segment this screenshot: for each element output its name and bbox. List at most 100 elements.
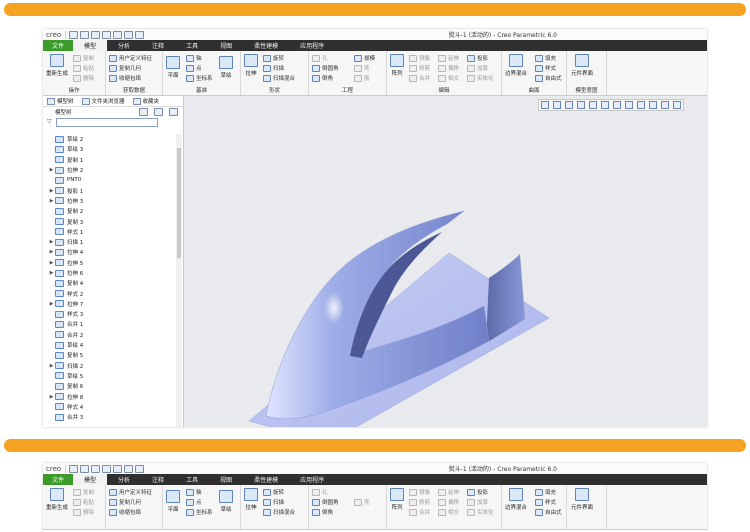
fill-button[interactable]: 填充 xyxy=(535,54,556,62)
axis-button-2[interactable]: 轴 xyxy=(186,488,202,496)
tab-flexible-modeling-2[interactable]: 柔性建模 xyxy=(243,474,289,485)
tree-item[interactable]: 样式 3 xyxy=(43,309,173,319)
tree-item[interactable]: 复制 6 xyxy=(43,381,173,391)
style-button-2[interactable]: 样式 xyxy=(535,498,556,506)
tree-item[interactable]: PNT0 xyxy=(43,175,173,185)
tree-item[interactable]: ▶ 投影 1 xyxy=(43,185,173,195)
tree-item[interactable]: 草绘 3 xyxy=(43,144,173,154)
group-label-model-intent[interactable]: 模型意图 xyxy=(567,86,606,94)
tree-item[interactable]: ▶ 拉伸 4 xyxy=(43,247,173,257)
tab-tools[interactable]: 工具 xyxy=(175,40,209,51)
tree-item[interactable]: 样式 1 xyxy=(43,227,173,237)
group-label-shapes[interactable]: 形状 xyxy=(241,86,308,94)
tree-item[interactable]: 合并 3 xyxy=(43,412,173,422)
tab-model-tree[interactable]: 模型树 xyxy=(43,97,78,105)
tree-item[interactable]: 草绘 5 xyxy=(43,371,173,381)
shell-button[interactable]: 壳 xyxy=(354,64,370,72)
group-label-get-data[interactable]: 获取数据 xyxy=(106,86,162,94)
expand-arrow-icon[interactable]: ▶ xyxy=(48,188,55,194)
save-icon-2[interactable] xyxy=(91,464,101,473)
rib-button[interactable]: 筋 xyxy=(354,74,370,82)
delete-button[interactable]: 删除 xyxy=(73,74,94,82)
copy-button[interactable]: 复制 xyxy=(73,54,94,62)
expand-arrow-icon[interactable]: ▶ xyxy=(48,239,55,245)
shrinkwrap-button-2[interactable]: 收缩包络 xyxy=(109,508,141,516)
chamfer-button-2[interactable]: 倒角 xyxy=(312,508,333,516)
axis-button[interactable]: 轴 xyxy=(186,54,202,62)
merge-button[interactable]: 合并 xyxy=(409,74,430,82)
expand-arrow-icon[interactable]: ▶ xyxy=(48,394,55,400)
draft-button[interactable]: 拔模 xyxy=(354,54,375,62)
filter-icon[interactable]: ▽ xyxy=(47,119,53,125)
project-button[interactable]: 投影 xyxy=(467,54,488,62)
revolve-button-2[interactable]: 旋转 xyxy=(263,488,284,496)
tree-item[interactable]: 草绘 4 xyxy=(43,340,173,350)
tab-model[interactable]: 模型 xyxy=(73,40,108,51)
mirror-button[interactable]: 镜像 xyxy=(409,54,430,62)
style-button[interactable]: 样式 xyxy=(535,64,556,72)
swept-blend-button[interactable]: 扫描混合 xyxy=(263,74,295,82)
solidify-button[interactable]: 实体化 xyxy=(467,74,494,82)
window-icon[interactable] xyxy=(135,30,145,39)
trim-button-2[interactable]: 修剪 xyxy=(409,498,430,506)
tree-item[interactable]: ▶ 拉伸 2 xyxy=(43,165,173,175)
copy-geometry-button[interactable]: 复制几何 xyxy=(109,64,141,72)
expand-arrow-icon[interactable]: ▶ xyxy=(48,363,55,369)
sketch-button[interactable]: 草绘 xyxy=(219,56,233,79)
component-interface-button[interactable]: 元件界面 xyxy=(571,54,593,77)
undo-icon-2[interactable] xyxy=(102,464,112,473)
mirror-button-2[interactable]: 镜像 xyxy=(409,488,430,496)
redo-icon[interactable] xyxy=(113,30,123,39)
hole-button[interactable]: 孔 xyxy=(312,54,328,62)
tree-item[interactable]: 样式 4 xyxy=(43,402,173,412)
extend-button-2[interactable]: 延伸 xyxy=(438,488,459,496)
tab-analysis[interactable]: 分析 xyxy=(107,40,141,51)
window-icon-2[interactable] xyxy=(135,464,145,473)
component-interface-button-2[interactable]: 元件界面 xyxy=(571,488,593,511)
tree-item[interactable]: ▶ 扫描 1 xyxy=(43,237,173,247)
delete-button-2[interactable]: 删除 xyxy=(73,508,94,516)
csys-button[interactable]: 坐标系 xyxy=(186,74,213,82)
regenerate-button[interactable]: 重新生成 xyxy=(46,54,68,77)
fill-button-2[interactable]: 填充 xyxy=(535,488,556,496)
expand-arrow-icon[interactable]: ▶ xyxy=(48,198,55,204)
group-label-editing[interactable]: 编辑 xyxy=(387,86,501,94)
tab-flexible-modeling[interactable]: 柔性建模 xyxy=(243,40,289,51)
tab-tools-2[interactable]: 工具 xyxy=(175,474,209,485)
plane-button-2[interactable]: 平面 xyxy=(166,490,180,513)
graphics-area[interactable] xyxy=(184,96,707,427)
tab-applications[interactable]: 应用程序 xyxy=(289,40,335,51)
tab-annotate-2[interactable]: 注释 xyxy=(141,474,175,485)
regenerate-icon-2[interactable] xyxy=(124,464,134,473)
tree-item[interactable]: ▶ 扫描 2 xyxy=(43,361,173,371)
redo-icon-2[interactable] xyxy=(113,464,123,473)
sweep-button[interactable]: 扫描 xyxy=(263,64,284,72)
tab-file-2[interactable]: 文件 xyxy=(43,474,74,485)
new-file-icon-2[interactable] xyxy=(69,464,79,473)
undo-icon[interactable] xyxy=(102,30,112,39)
offset-button-2[interactable]: 偏移 xyxy=(438,498,459,506)
tab-folder-browser[interactable]: 文件夹浏览器 xyxy=(78,97,129,105)
tree-search-input[interactable] xyxy=(56,117,158,127)
iron-3d-model[interactable] xyxy=(184,96,707,427)
sketch-button-2[interactable]: 草绘 xyxy=(219,490,233,513)
expand-arrow-icon[interactable]: ▶ xyxy=(48,301,55,307)
regenerate-button-2[interactable]: 重新生成 xyxy=(46,488,68,511)
extrude-button-2[interactable]: 拉伸 xyxy=(244,488,258,511)
shell-button-2[interactable]: 壳 xyxy=(354,498,370,506)
csys-button-2[interactable]: 坐标系 xyxy=(186,508,213,516)
tree-item[interactable]: 复制 3 xyxy=(43,216,173,226)
expand-arrow-icon[interactable]: ▶ xyxy=(48,260,55,266)
solidify-button-2[interactable]: 实体化 xyxy=(467,508,494,516)
copy-geometry-button-2[interactable]: 复制几何 xyxy=(109,498,141,506)
boundary-blend-button-2[interactable]: 边界混合 xyxy=(505,488,527,511)
open-folder-icon-2[interactable] xyxy=(80,464,90,473)
regenerate-icon[interactable] xyxy=(124,30,134,39)
tree-item[interactable]: 复制 5 xyxy=(43,350,173,360)
group-label-surfaces[interactable]: 曲面 xyxy=(502,86,566,94)
thicken-button[interactable]: 加厚 xyxy=(467,64,488,72)
trim-button[interactable]: 修剪 xyxy=(409,64,430,72)
extend-button[interactable]: 延伸 xyxy=(438,54,459,62)
revolve-button[interactable]: 旋转 xyxy=(263,54,284,62)
tree-item[interactable]: 合并 2 xyxy=(43,330,173,340)
